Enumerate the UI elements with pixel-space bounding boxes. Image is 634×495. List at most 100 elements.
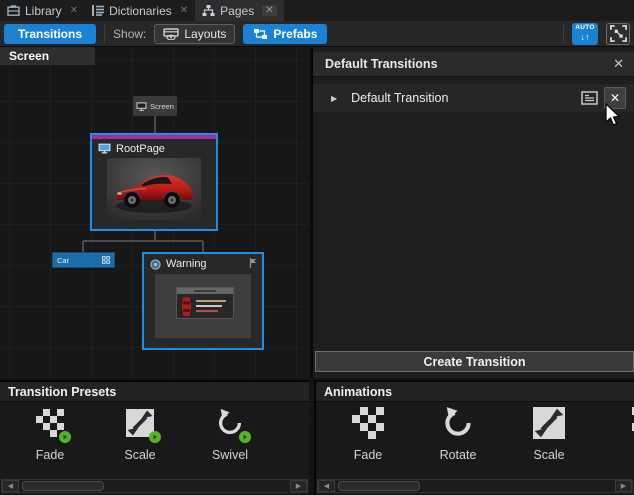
canvas-screen-tab-label: Screen	[9, 49, 49, 63]
layouts-button-label: Layouts	[184, 27, 226, 41]
car-node[interactable]: Car	[52, 252, 115, 268]
toolbar-separator-right	[563, 25, 564, 43]
preset-scale[interactable]: Scale	[98, 406, 182, 474]
rootpage-node[interactable]: RootPage	[90, 133, 218, 231]
screen-node[interactable]: Screen	[133, 96, 177, 116]
warning-thumbnail	[155, 274, 251, 338]
preset-play-badge	[59, 431, 71, 443]
scroll-left-button[interactable]: ◀	[2, 480, 19, 492]
tab-library-close-icon[interactable]: ✕	[70, 5, 78, 16]
fade-checkerboard-icon	[352, 407, 384, 439]
default-transitions-title: Default Transitions	[325, 57, 438, 71]
transition-presets-panel: Transition Presets Fade Scale Swivel	[0, 380, 309, 495]
preset-swivel-label: Swivel	[212, 448, 248, 462]
default-transition-row[interactable]: ▶ Default Transition ✕	[313, 84, 634, 112]
layouts-eye-icon	[163, 28, 179, 40]
warning-mini-dialog	[176, 287, 234, 319]
car-node-grid-icon	[102, 256, 110, 264]
preset-swivel[interactable]: Swivel	[188, 406, 272, 474]
car-node-label: Car	[57, 256, 69, 265]
preset-partial[interactable]: R	[278, 406, 309, 474]
create-transition-button[interactable]: Create Transition	[315, 351, 634, 372]
animation-scale[interactable]: Scale	[507, 406, 591, 474]
transitions-button-label: Transitions	[18, 27, 82, 41]
warning-mini-car-topview	[181, 296, 192, 317]
warning-state-icon	[150, 259, 161, 270]
scroll-right-button[interactable]: ▶	[290, 480, 307, 492]
auto-button-label: AUTO	[575, 25, 595, 32]
presets-scrollbar[interactable]: ◀ ▶	[1, 479, 308, 493]
fit-to-view-button[interactable]	[606, 23, 630, 45]
prefabs-toggle-button[interactable]: Prefabs	[243, 24, 327, 44]
delete-transition-icon: ✕	[610, 91, 620, 105]
canvas-screen-tab[interactable]: Screen	[0, 47, 95, 65]
tab-pages-close-icon[interactable]: ✕	[262, 5, 276, 16]
auto-button-arrows: ↓↑	[581, 33, 590, 42]
prefabs-button-label: Prefabs	[273, 27, 317, 41]
animation-partial[interactable]: P	[598, 406, 634, 474]
fit-to-view-icon	[610, 25, 627, 42]
expand-arrow-icon[interactable]: ▶	[331, 94, 337, 103]
animation-rotate[interactable]: Rotate	[416, 406, 500, 474]
tab-dictionaries-label: Dictionaries	[109, 4, 172, 18]
default-transition-label: Default Transition	[351, 91, 448, 105]
tab-pages-label: Pages	[220, 4, 254, 18]
animations-title: Animations	[324, 385, 392, 399]
library-icon	[7, 5, 20, 16]
warning-text-line	[196, 310, 218, 312]
partial-animation-icon	[624, 407, 634, 439]
animations-panel: Animations Fade Rotate Scale	[314, 380, 634, 495]
warning-text-line	[196, 305, 222, 307]
toolbar-separator	[104, 25, 105, 43]
animation-fade[interactable]: Fade	[326, 406, 410, 474]
document-tab-bar: Library ✕ Dictionaries ✕ Pages ✕	[0, 0, 634, 21]
animation-fade-label: Fade	[354, 448, 383, 462]
scroll-thumb[interactable]	[22, 481, 104, 491]
animations-header: Animations	[316, 380, 634, 402]
tab-pages[interactable]: Pages ✕	[195, 0, 283, 21]
delete-transition-button[interactable]: ✕	[604, 87, 626, 109]
animation-rotate-label: Rotate	[440, 448, 477, 462]
pages-icon	[202, 5, 215, 16]
tab-dictionaries[interactable]: Dictionaries ✕	[85, 0, 195, 21]
pages-editor-window: Library ✕ Dictionaries ✕ Pages ✕ Transit…	[0, 0, 634, 495]
scroll-right-button[interactable]: ▶	[615, 480, 632, 492]
preset-play-badge	[239, 431, 251, 443]
partial-preset-icon	[305, 408, 309, 438]
warning-node[interactable]: Warning	[142, 252, 264, 350]
animation-scale-label: Scale	[533, 448, 564, 462]
preset-play-badge	[149, 431, 161, 443]
transition-presets-title: Transition Presets	[8, 385, 116, 399]
edit-transition-icon	[581, 91, 598, 105]
preset-scale-label: Scale	[124, 448, 155, 462]
warning-node-header: Warning	[144, 254, 262, 274]
scroll-thumb[interactable]	[338, 481, 420, 491]
scale-icon	[533, 407, 565, 439]
rootpage-node-label: RootPage	[116, 143, 165, 155]
rootpage-page-icon	[98, 143, 111, 154]
default-transitions-close-icon[interactable]: ✕	[613, 56, 624, 72]
warning-node-label: Warning	[166, 258, 207, 270]
warning-mini-dialog-titlebar	[177, 288, 233, 294]
dictionaries-icon	[92, 5, 104, 16]
tab-dictionaries-close-icon[interactable]: ✕	[180, 5, 188, 16]
layouts-toggle-button[interactable]: Layouts	[154, 24, 235, 44]
rootpage-node-header: RootPage	[92, 139, 216, 158]
prefabs-icon	[253, 28, 268, 40]
screen-node-canvas[interactable]: Screen RootPage	[0, 47, 309, 378]
edit-transition-button[interactable]	[579, 88, 599, 108]
tab-library[interactable]: Library ✕	[0, 0, 85, 21]
default-transitions-header: Default Transitions ✕	[313, 52, 634, 77]
show-label: Show:	[113, 27, 146, 41]
tab-library-label: Library	[25, 4, 62, 18]
transition-presets-header: Transition Presets	[0, 380, 309, 402]
rotate-icon	[441, 406, 475, 440]
auto-arrange-button[interactable]: AUTO ↓↑	[572, 23, 598, 45]
scroll-left-button[interactable]: ◀	[318, 480, 335, 492]
preset-fade[interactable]: Fade	[8, 406, 92, 474]
animations-scrollbar[interactable]: ◀ ▶	[317, 479, 633, 493]
default-transitions-panel: Default Transitions ✕ ▶ Default Transiti…	[311, 47, 634, 378]
preset-fade-label: Fade	[36, 448, 65, 462]
rootpage-thumbnail	[107, 158, 201, 220]
transitions-button[interactable]: Transitions	[4, 24, 96, 44]
